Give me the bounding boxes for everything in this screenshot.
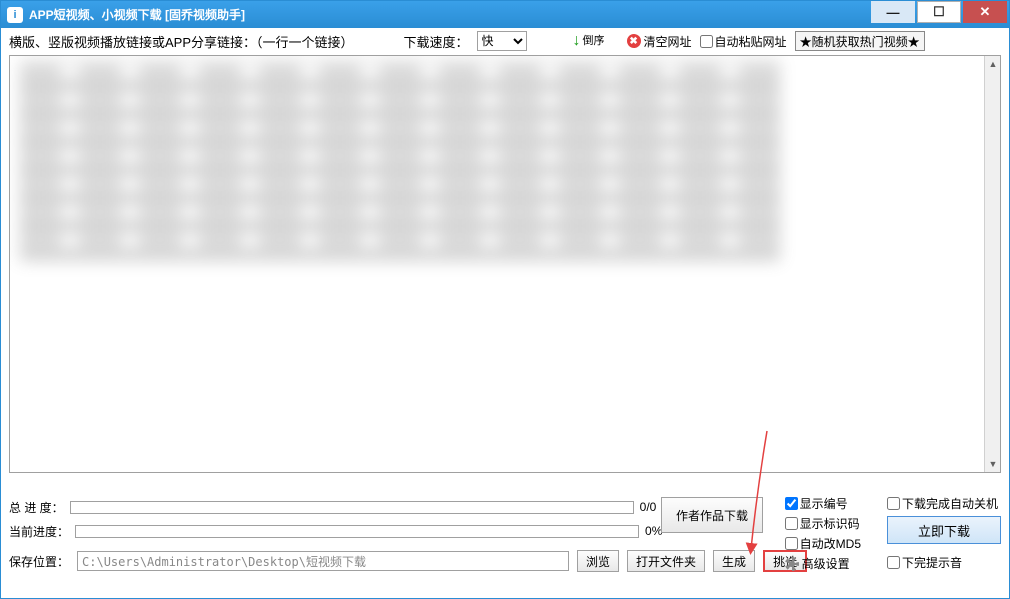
save-path-label: 保存位置：	[9, 553, 69, 570]
show-number-checkbox[interactable]: 显示编号	[785, 495, 848, 512]
current-progress-bar	[75, 525, 639, 538]
bottom-panel: 总 进 度： 0/0 当前进度： 0% 保存位置： 浏览 打开文件夹 生成 挑选…	[9, 479, 1001, 590]
browse-button[interactable]: 浏览	[577, 550, 619, 572]
speed-label: 下载速度：	[404, 32, 469, 51]
minimize-button[interactable]: —	[871, 1, 915, 23]
app-icon: i	[7, 7, 23, 23]
scroll-up-icon[interactable]: ▲	[985, 56, 1001, 72]
url-textarea[interactable]: ▲ ▼	[9, 55, 1001, 473]
window-title: APP短视频、小视频下载 [固乔视频助手]	[29, 6, 245, 23]
total-progress-text: 0/0	[640, 500, 657, 514]
auto-md5-checkbox[interactable]: 自动改MD5	[785, 535, 861, 552]
generate-button[interactable]: 生成	[713, 550, 755, 572]
advanced-settings-link[interactable]: 高级设置	[785, 555, 850, 572]
open-folder-button[interactable]: 打开文件夹	[627, 550, 705, 572]
clear-urls-button[interactable]: ✖ 清空网址	[627, 33, 692, 50]
toolbar: 横版、竖版视频播放链接或APP分享链接：（一行一个链接） 下载速度： 快 ↓ 倒…	[1, 28, 1009, 54]
save-path-input[interactable]	[77, 551, 569, 571]
blurred-content	[20, 61, 780, 261]
close-button[interactable]: ✕	[963, 1, 1007, 23]
show-idcode-checkbox[interactable]: 显示标识码	[785, 515, 860, 532]
current-progress-label: 当前进度：	[9, 523, 69, 540]
finish-sound-checkbox[interactable]: 下完提示音	[887, 554, 962, 571]
auto-paste-input[interactable]	[700, 35, 713, 48]
gear-icon	[785, 557, 799, 571]
window-controls: — ☐ ✕	[871, 1, 1009, 28]
clear-icon: ✖	[627, 34, 641, 48]
total-progress-label: 总 进 度：	[9, 499, 64, 516]
scroll-down-icon[interactable]: ▼	[985, 456, 1001, 472]
link-input-label: 横版、竖版视频播放链接或APP分享链接：（一行一个链接）	[9, 32, 354, 51]
total-progress-bar	[70, 501, 634, 514]
right-column: 下载完成自动关机 立即下载 下完提示音	[887, 479, 1001, 571]
arrow-down-icon: ↓	[573, 32, 581, 50]
auto-shutdown-checkbox[interactable]: 下载完成自动关机	[887, 495, 998, 512]
speed-select[interactable]: 快	[477, 31, 527, 51]
current-progress-text: 0%	[645, 524, 662, 538]
vertical-scrollbar[interactable]: ▲ ▼	[984, 56, 1000, 472]
download-now-button[interactable]: 立即下载	[887, 516, 1001, 544]
auto-paste-checkbox[interactable]: 自动粘贴网址	[700, 33, 787, 50]
reverse-sort-button[interactable]: ↓ 倒序	[573, 32, 605, 50]
app-window: i APP短视频、小视频下载 [固乔视频助手] — ☐ ✕ 横版、竖版视频播放链…	[0, 0, 1010, 599]
options-column: 显示编号 显示标识码 自动改MD5 高级设置	[785, 479, 861, 572]
author-works-download-button[interactable]: 作者作品下载	[661, 497, 763, 533]
random-hot-button[interactable]: ★随机获取热门视频★	[795, 31, 925, 51]
maximize-button[interactable]: ☐	[917, 1, 961, 23]
title-bar: i APP短视频、小视频下载 [固乔视频助手] — ☐ ✕	[1, 1, 1009, 28]
